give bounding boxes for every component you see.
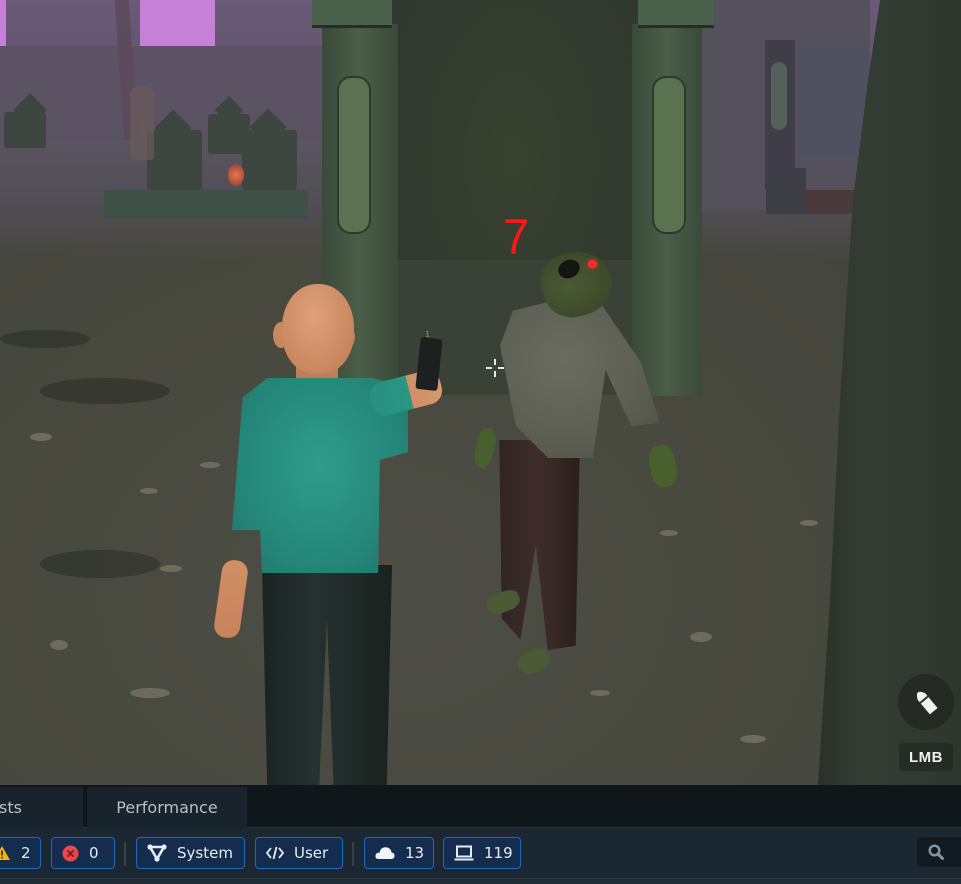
distant-zombie — [130, 86, 154, 160]
puddle — [0, 330, 90, 348]
damage-number: 7 — [502, 209, 530, 265]
mausoleum-panel — [800, 42, 870, 157]
gravestone — [242, 130, 297, 190]
system-filter-label: System — [177, 844, 233, 862]
warnings-filter-button[interactable]: 2 — [0, 837, 41, 869]
errors-filter-button[interactable]: 0 — [51, 837, 115, 869]
mausoleum-step — [766, 168, 806, 214]
code-icon — [266, 845, 284, 861]
user-filter-label: User — [294, 844, 329, 862]
tab-performance[interactable]: Performance — [87, 787, 247, 828]
user-filter-button[interactable]: User — [255, 837, 343, 869]
candle-glow — [228, 164, 244, 186]
mausoleum-ornament — [771, 62, 787, 130]
console-tab-bar: sts Performance — [0, 785, 961, 828]
laptop-icon — [454, 845, 474, 861]
tomb-ornament-left — [337, 76, 371, 234]
client-log-count: 119 — [484, 844, 513, 862]
toolbar-divider — [124, 842, 126, 866]
toolbar-divider — [352, 842, 354, 866]
pebble — [50, 640, 68, 650]
pebble — [690, 632, 712, 642]
ammo-indicator: 1 — [425, 330, 430, 339]
client-logs-button[interactable]: 119 — [443, 837, 521, 869]
warnings-count: 2 — [21, 844, 31, 862]
pebble — [740, 735, 766, 743]
crosshair-icon — [486, 359, 504, 377]
warning-icon — [0, 845, 11, 861]
grave-slab — [104, 190, 214, 218]
mausoleum-bench — [805, 190, 860, 214]
pebble — [160, 565, 182, 572]
game-viewport[interactable]: 1 7 LMB — [0, 0, 961, 785]
tab-label: Performance — [116, 798, 218, 817]
pebble — [590, 690, 610, 696]
bullet-icon — [916, 691, 938, 715]
pebble — [140, 488, 158, 494]
player-head — [282, 284, 354, 374]
sky-window — [140, 0, 215, 46]
gravestone — [4, 112, 46, 148]
sky-window-left — [0, 0, 6, 46]
search-icon — [928, 844, 944, 860]
server-log-count: 13 — [405, 844, 425, 862]
system-icon — [147, 844, 167, 862]
developer-console: sts Performance 2 0 System User 13 119 — [0, 785, 961, 884]
tab-label: sts — [0, 798, 22, 817]
puddle — [40, 550, 160, 578]
console-output-edge — [0, 878, 961, 884]
console-toolbar: 2 0 System User 13 119 — [0, 828, 961, 878]
cloud-icon — [375, 846, 395, 860]
error-icon — [62, 845, 79, 862]
tab-clipped[interactable]: sts — [0, 787, 83, 828]
puddle — [40, 378, 170, 404]
search-input[interactable] — [917, 837, 961, 867]
pebble — [30, 433, 52, 441]
server-logs-button[interactable]: 13 — [364, 837, 434, 869]
grave-slab — [210, 190, 308, 218]
errors-count: 0 — [89, 844, 99, 862]
tomb-ornament-right — [652, 76, 686, 234]
pebble — [800, 520, 818, 526]
tomb-pillar-cap-left — [312, 0, 392, 28]
zombie-eye — [588, 260, 597, 268]
gravestone — [147, 130, 202, 190]
pebble — [200, 462, 220, 468]
system-filter-button[interactable]: System — [136, 837, 245, 869]
action-key-label: LMB — [899, 743, 953, 771]
tomb-pillar-cap-right — [638, 0, 714, 28]
fire-action-button[interactable] — [898, 674, 954, 730]
pebble — [130, 688, 170, 698]
pebble — [660, 530, 678, 536]
